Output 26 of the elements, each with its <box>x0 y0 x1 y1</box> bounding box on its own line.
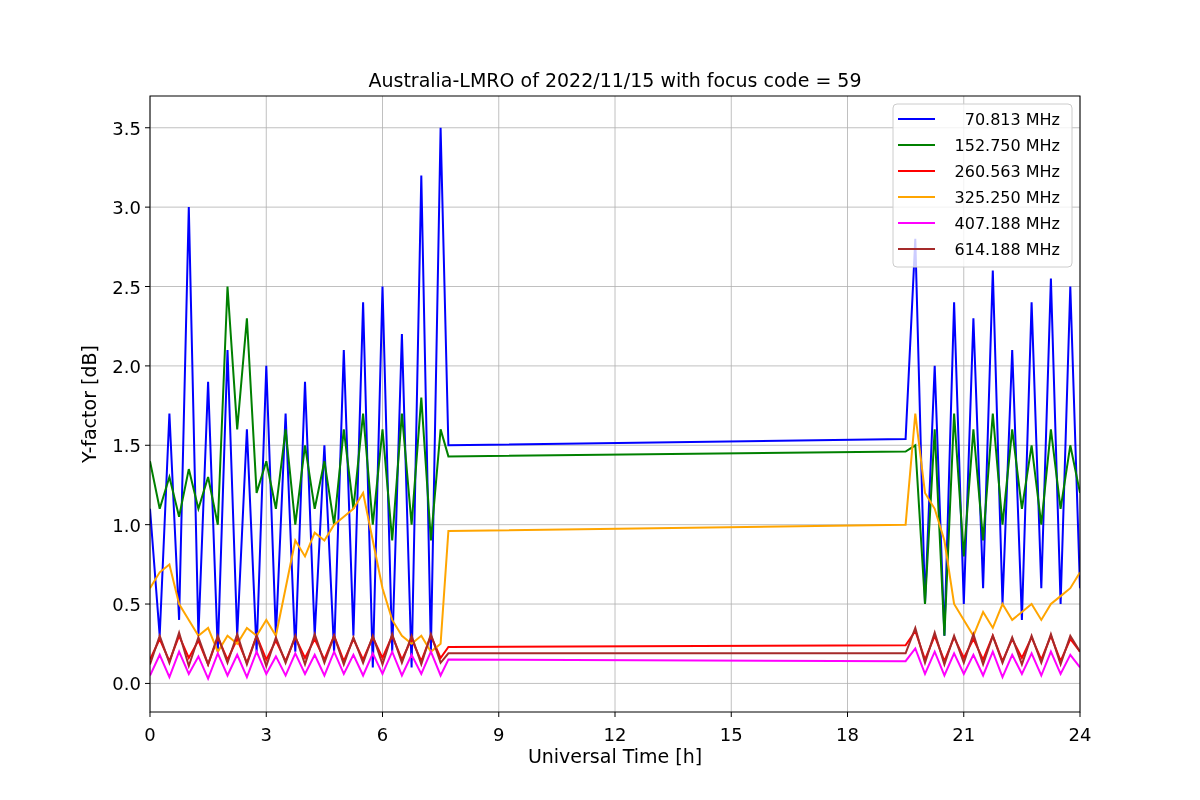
legend-label: 325.250 MHz <box>954 188 1060 207</box>
y-tick-label: 2.5 <box>112 276 141 298</box>
legend-label: 407.188 MHz <box>954 214 1060 233</box>
y-tick-label: 0.5 <box>112 594 141 616</box>
x-tick-label: 24 <box>1068 724 1092 745</box>
x-tick-label: 18 <box>836 724 859 745</box>
legend-label: 152.750 MHz <box>954 136 1060 155</box>
y-tick-label: 2.0 <box>112 355 141 377</box>
y-tick-label: 3.0 <box>112 197 141 219</box>
x-tick-label: 21 <box>952 724 976 745</box>
x-tick-label: 9 <box>493 724 505 745</box>
x-tick-label: 15 <box>719 724 743 745</box>
legend-label: 614.188 MHz <box>954 240 1060 259</box>
x-tick-label: 6 <box>376 724 389 745</box>
legend-label: 70.813 MHz <box>964 110 1060 129</box>
y-tick-label: 0.0 <box>112 673 141 695</box>
y-axis-label: Y-factor [dB] <box>78 345 100 463</box>
x-tick-label: 3 <box>260 724 272 745</box>
chart-title: Australia-LMRO of 2022/11/15 with focus code = 59 <box>368 69 862 91</box>
y-tick-label: 1.5 <box>112 435 141 457</box>
y-tick-label: 1.0 <box>112 514 141 536</box>
x-axis-label: Universal Time [h] <box>527 745 703 767</box>
x-tick-label: 12 <box>603 724 627 745</box>
y-tick-label: 3.5 <box>112 117 141 139</box>
x-tick-label: 0 <box>144 724 156 745</box>
legend-label: 260.563 MHz <box>954 162 1060 181</box>
